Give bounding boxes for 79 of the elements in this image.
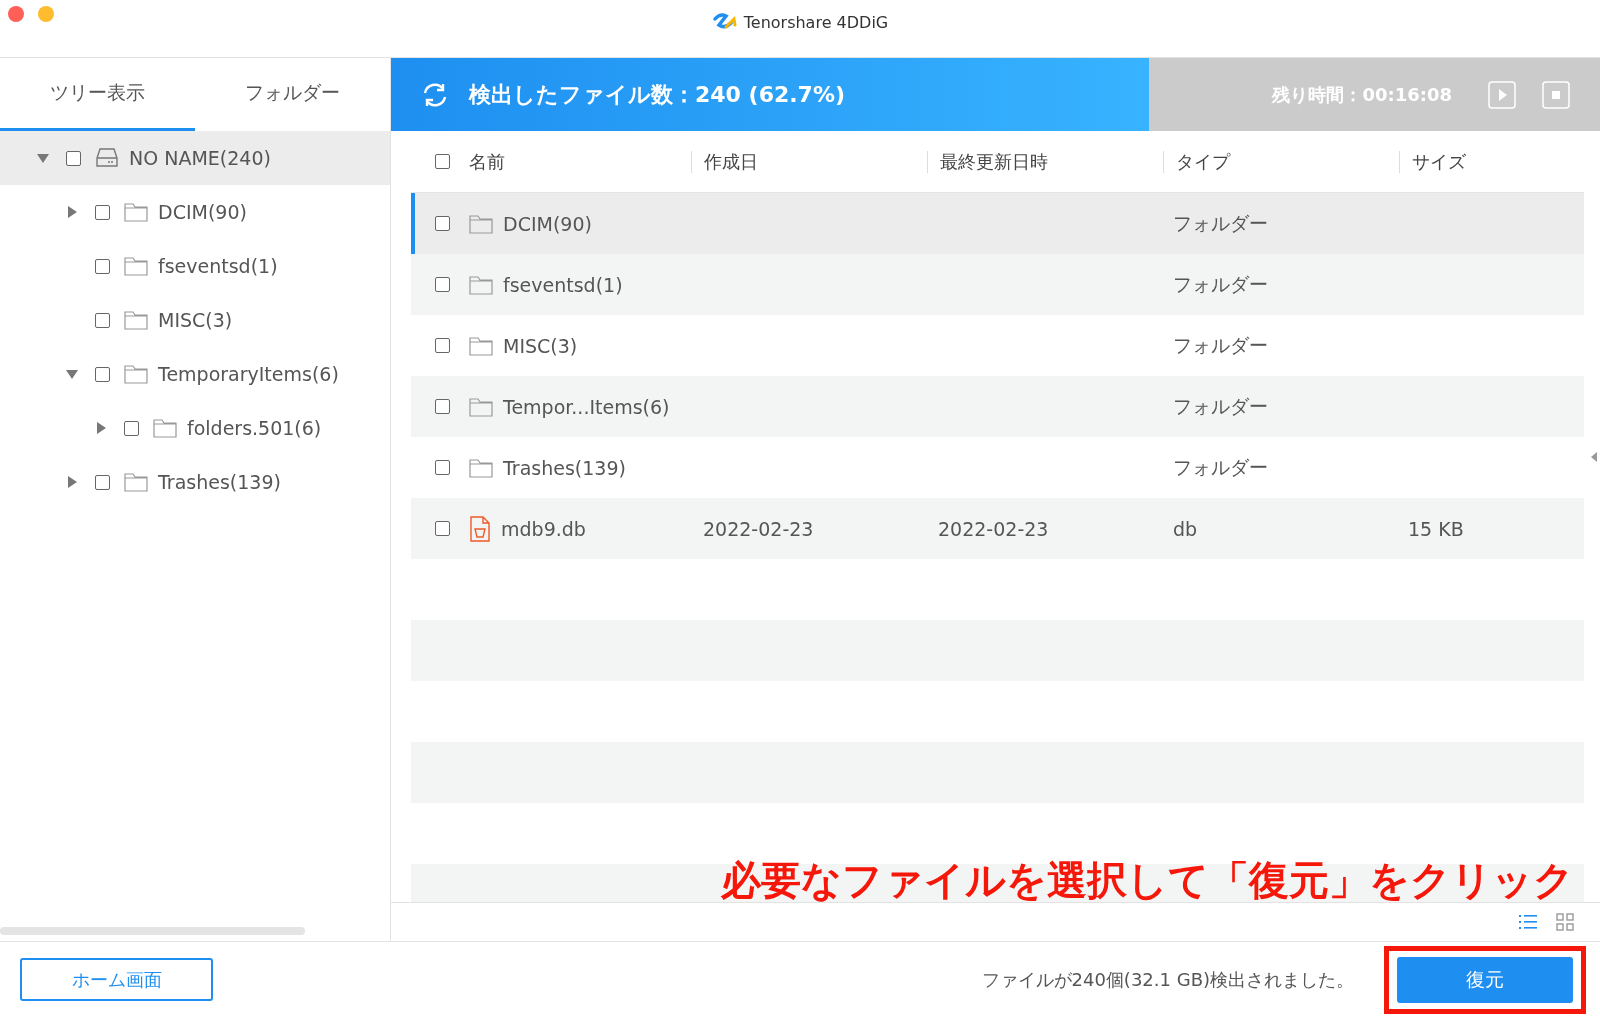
file-name: mdb9.db	[501, 517, 586, 540]
folder-icon	[469, 274, 493, 295]
scrollbar[interactable]	[0, 927, 305, 935]
file-type: フォルダー	[1173, 455, 1268, 478]
column-header[interactable]: サイズ	[1412, 150, 1466, 172]
checkbox[interactable]	[435, 338, 450, 353]
tree-item-label: folders.501(6)	[187, 417, 322, 439]
column-header[interactable]: 最終更新日時	[940, 150, 1048, 172]
grid-view-icon[interactable]	[1556, 913, 1574, 931]
checkbox[interactable]	[435, 216, 450, 231]
tree-item-label: DCIM(90)	[158, 201, 247, 223]
folder-icon	[469, 457, 493, 478]
collapse-arrow-icon[interactable]	[1590, 451, 1598, 463]
created-date: 2022-02-23	[703, 517, 814, 540]
folder-icon	[124, 472, 148, 492]
file-name: MISC(3)	[503, 334, 578, 357]
tree-item-label: Trashes(139)	[158, 471, 281, 493]
file-name: DCIM(90)	[503, 212, 592, 235]
tree-item-label: fseventsd(1)	[158, 255, 278, 277]
tree-item[interactable]: DCIM(90)	[0, 185, 390, 239]
checkbox[interactable]	[435, 460, 450, 475]
list-view-icon[interactable]	[1518, 913, 1538, 931]
file-type: フォルダー	[1173, 211, 1268, 234]
checkbox[interactable]	[435, 399, 450, 414]
folder-icon	[469, 213, 493, 234]
checkbox[interactable]	[95, 204, 110, 220]
checkbox[interactable]	[435, 521, 450, 536]
disclosure-triangle-icon[interactable]	[36, 151, 50, 165]
column-header[interactable]: タイプ	[1176, 150, 1230, 172]
folder-icon	[469, 335, 493, 356]
file-row[interactable]: Tempor...Items(6) フォルダー	[411, 376, 1584, 437]
disclosure-triangle-icon[interactable]	[94, 421, 108, 435]
folder-icon	[124, 256, 148, 276]
close-icon[interactable]	[8, 6, 24, 22]
tree-item[interactable]: MISC(3)	[0, 293, 390, 347]
tree-item[interactable]: NO NAME(240)	[0, 131, 390, 185]
folder-icon	[469, 396, 493, 417]
folder-icon	[124, 364, 148, 384]
tree-item-label: NO NAME(240)	[129, 147, 271, 169]
tree-item-label: TemporaryItems(6)	[158, 363, 339, 385]
tree-item[interactable]: folders.501(6)	[0, 401, 390, 455]
column-header[interactable]: 作成日	[704, 150, 758, 172]
file-type: フォルダー	[1173, 394, 1268, 417]
checkbox[interactable]	[66, 150, 81, 166]
checkbox[interactable]	[95, 366, 110, 382]
modified-date: 2022-02-23	[938, 517, 1049, 540]
column-header[interactable]: 名前	[469, 150, 505, 172]
checkbox[interactable]	[95, 258, 110, 274]
file-name: Trashes(139)	[503, 456, 626, 479]
disclosure-triangle-icon[interactable]	[65, 475, 79, 489]
file-type: フォルダー	[1173, 272, 1268, 295]
file-type: db	[1173, 517, 1198, 540]
disclosure-triangle-icon[interactable]	[65, 205, 79, 219]
tree-item[interactable]: TemporaryItems(6)	[0, 347, 390, 401]
tree-item-label: MISC(3)	[158, 309, 233, 331]
drive-icon	[95, 147, 119, 169]
window-title: Tenorshare 4DDiG	[743, 13, 889, 32]
select-all-checkbox[interactable]	[435, 154, 450, 169]
checkbox[interactable]	[435, 277, 450, 292]
folder-icon	[124, 310, 148, 330]
file-size: 15 KB	[1408, 517, 1464, 540]
file-name: fseventsd(1)	[503, 273, 623, 296]
file-row[interactable]: mdb9.db 2022-02-23 2022-02-23 db 15 KB	[411, 498, 1584, 559]
file-icon	[469, 515, 491, 542]
scan-status: 検出したファイル数：240 (62.7%)	[469, 80, 846, 109]
scan-summary: ファイルが240個(32.1 GB)検出されました。	[980, 967, 1354, 992]
annotation-text: 必要なファイルを選択して「復元」をクリック	[721, 858, 1574, 902]
disclosure-triangle-icon[interactable]	[65, 367, 79, 381]
checkbox[interactable]	[124, 420, 139, 436]
file-type: フォルダー	[1173, 333, 1268, 356]
folder-icon	[124, 202, 148, 222]
tree-item[interactable]: fseventsd(1)	[0, 239, 390, 293]
file-row[interactable]: DCIM(90) フォルダー	[411, 193, 1584, 254]
file-name: Tempor...Items(6)	[503, 395, 670, 418]
checkbox[interactable]	[95, 312, 110, 328]
checkbox[interactable]	[95, 474, 110, 490]
file-row[interactable]: fseventsd(1) フォルダー	[411, 254, 1584, 315]
tree-item[interactable]: Trashes(139)	[0, 455, 390, 509]
folder-icon	[153, 418, 177, 438]
